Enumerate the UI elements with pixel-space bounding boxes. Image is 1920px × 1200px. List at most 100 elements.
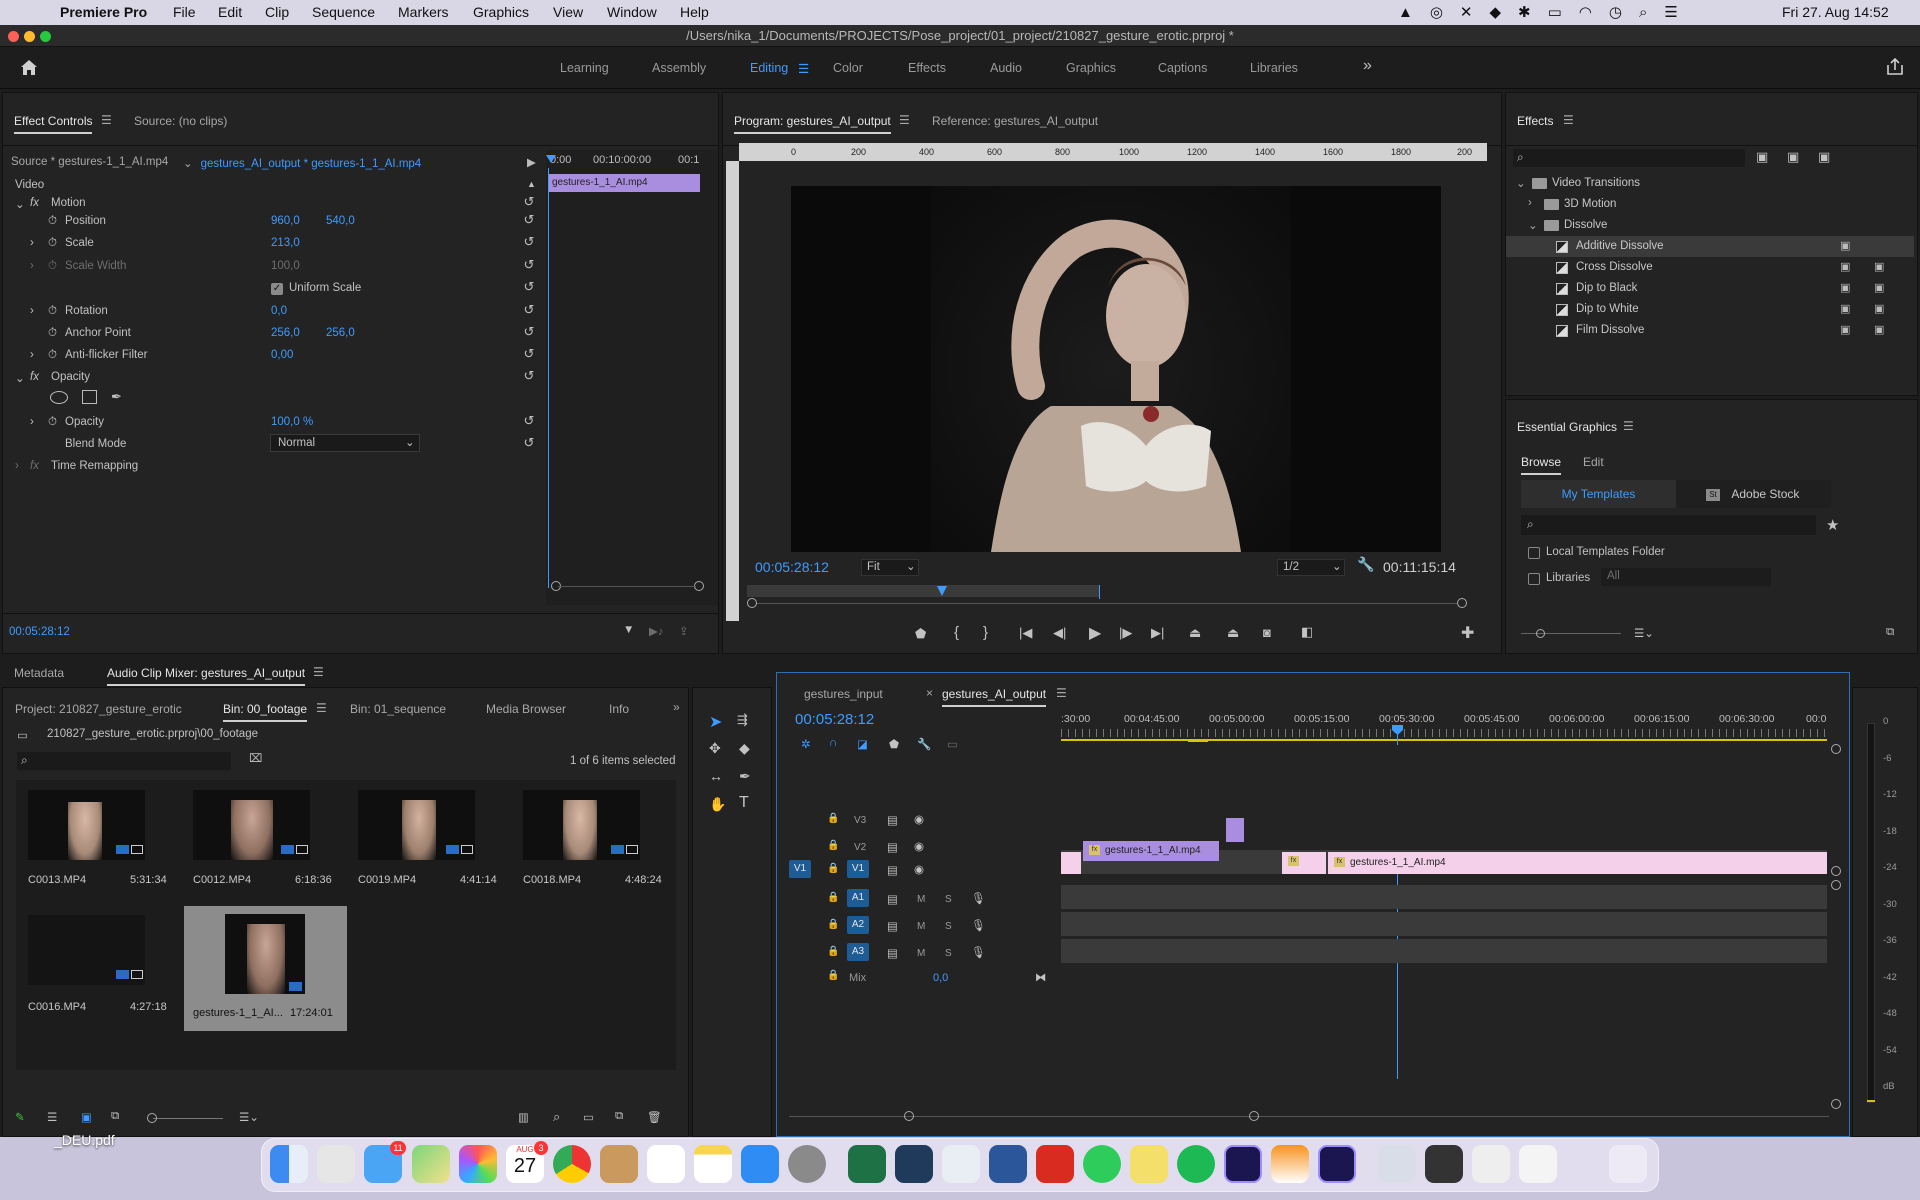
- bin-item[interactable]: C0013.MP4 5:31:34: [16, 780, 179, 905]
- razor-tool-icon[interactable]: ◆: [739, 740, 750, 757]
- vertical-scroll-handle[interactable]: [1831, 744, 1841, 754]
- app-menu[interactable]: Premiere Pro: [60, 4, 147, 20]
- step-forward-icon[interactable]: |▶: [1119, 625, 1132, 641]
- tab-effect-controls[interactable]: Effect Controls: [14, 114, 93, 134]
- go-to-in-icon[interactable]: |◀: [1019, 625, 1032, 641]
- rotation-reset-icon[interactable]: ↺: [523, 303, 535, 316]
- zoom-slider[interactable]: [153, 1118, 223, 1119]
- settings-wrench-icon[interactable]: 🔧: [1357, 556, 1374, 573]
- anti-flicker-expand-icon[interactable]: ›: [30, 349, 34, 361]
- chevron-down-icon[interactable]: ⌄: [1516, 176, 1526, 190]
- launchpad-icon[interactable]: [317, 1145, 355, 1183]
- panel-menu-icon[interactable]: ☰: [313, 665, 324, 679]
- whatsapp-icon[interactable]: [1083, 1145, 1121, 1183]
- bin-item[interactable]: C0016.MP4 4:27:18: [16, 907, 179, 1032]
- icon-view-icon[interactable]: ▣: [81, 1110, 92, 1124]
- microphone-icon[interactable]: 🎙: [971, 918, 986, 932]
- eye-icon[interactable]: ◉: [914, 862, 924, 876]
- add-marker-icon[interactable]: ⬟: [889, 737, 899, 751]
- libraries-select[interactable]: All: [1601, 568, 1771, 586]
- track-label-a1[interactable]: A1: [847, 889, 869, 907]
- share-icon[interactable]: [1886, 58, 1904, 76]
- stopwatch-icon[interactable]: ⏱: [48, 349, 57, 362]
- camera-icon[interactable]: ◙: [1263, 625, 1271, 640]
- effects-folder[interactable]: ⌄ Video Transitions: [1506, 173, 1914, 194]
- effects-search-input[interactable]: ⌕: [1513, 149, 1745, 167]
- captions-icon[interactable]: ▭: [947, 737, 958, 751]
- window-thumbnail-icon[interactable]: [1519, 1145, 1557, 1183]
- effects-title[interactable]: Effects: [1517, 114, 1553, 128]
- anti-flicker-value[interactable]: 0,00: [271, 349, 293, 361]
- stopwatch-icon[interactable]: ⏱: [48, 327, 57, 340]
- solo-button[interactable]: S: [945, 894, 952, 905]
- scale-value[interactable]: 213,0: [271, 237, 300, 249]
- mute-button[interactable]: M: [917, 948, 925, 959]
- tab-bin-sequence[interactable]: Bin: 01_sequence: [350, 702, 446, 716]
- microphone-icon[interactable]: 🎙: [971, 891, 986, 905]
- stopwatch-icon[interactable]: ⏱: [48, 237, 57, 250]
- v2-clip[interactable]: fx gestures-1_1_AI.mp4: [1083, 841, 1219, 861]
- opacity-expand-icon[interactable]: ›: [30, 416, 34, 428]
- libraries-checkbox[interactable]: [1528, 573, 1540, 585]
- effects-folder[interactable]: ⌄ Dissolve: [1506, 215, 1914, 236]
- timeline-settings-icon[interactable]: 🔧: [917, 737, 931, 751]
- track-label-a2[interactable]: A2: [847, 916, 869, 934]
- tab-project[interactable]: Project: 210827_gesture_erotic: [15, 702, 182, 716]
- panel-menu-icon[interactable]: ☰: [316, 701, 327, 715]
- notes-icon[interactable]: [694, 1145, 732, 1183]
- program-playhead-timecode[interactable]: 00:05:28:12: [755, 559, 829, 575]
- app-store-icon[interactable]: [741, 1145, 779, 1183]
- slip-tool-icon[interactable]: ↔: [709, 768, 723, 784]
- local-templates-checkbox[interactable]: [1528, 547, 1540, 559]
- essential-graphics-title[interactable]: Essential Graphics: [1517, 420, 1617, 434]
- tab-program[interactable]: Program: gestures_AI_output: [734, 114, 891, 134]
- vertical-scroll-handle[interactable]: [1831, 880, 1841, 890]
- fx-icon[interactable]: fx: [30, 197, 39, 209]
- sync-lock-icon[interactable]: ▤: [887, 946, 898, 960]
- menu-file[interactable]: File: [173, 4, 196, 20]
- source-patch-v1[interactable]: V1: [789, 860, 811, 878]
- sort-icons-icon[interactable]: ☰⌄: [239, 1110, 259, 1124]
- v3-clip[interactable]: [1226, 818, 1244, 842]
- workspace-effects[interactable]: Effects: [908, 61, 946, 75]
- workspace-color[interactable]: Color: [833, 61, 863, 75]
- menu-graphics[interactable]: Graphics: [473, 4, 529, 20]
- preview-icon[interactable]: [1378, 1145, 1416, 1183]
- ellipse-mask-icon[interactable]: [50, 391, 68, 404]
- chevron-down-icon[interactable]: ⌄: [1528, 218, 1538, 232]
- acrobat-icon[interactable]: [1036, 1145, 1074, 1183]
- uniform-scale-reset-icon[interactable]: ↺: [523, 280, 535, 293]
- panel-menu-icon[interactable]: ☰: [1056, 686, 1067, 700]
- position-y-value[interactable]: 540,0: [326, 215, 355, 227]
- opacity-group-reset-icon[interactable]: ↺: [523, 369, 535, 382]
- 32bit-effects-icon[interactable]: ▣: [1787, 149, 1799, 165]
- scroll-up-icon[interactable]: ▲: [527, 179, 536, 189]
- program-video-frame[interactable]: [791, 186, 1441, 552]
- workspace-captions[interactable]: Captions: [1158, 61, 1207, 75]
- resolution-select[interactable]: 1/2 ⌄: [1277, 559, 1345, 576]
- hand-tool-icon[interactable]: ✋: [709, 796, 726, 813]
- tab-edit[interactable]: Edit: [1583, 455, 1604, 469]
- clock[interactable]: Fri 27. Aug 14:52: [1782, 4, 1889, 20]
- word-icon[interactable]: [989, 1145, 1027, 1183]
- fx-icon[interactable]: fx: [30, 371, 39, 383]
- rectangle-mask-icon[interactable]: [82, 390, 97, 404]
- track-select-tool-icon[interactable]: ⇶: [737, 712, 748, 728]
- stickies-icon[interactable]: [1130, 1145, 1168, 1183]
- menu-clip[interactable]: Clip: [265, 4, 289, 20]
- effect-item[interactable]: ▣ ▣ Film Dissolve: [1506, 320, 1914, 341]
- my-templates-tab[interactable]: My Templates: [1521, 480, 1676, 508]
- tab-bin-footage[interactable]: Bin: 00_footage: [223, 702, 308, 722]
- close-tab-icon[interactable]: ×: [926, 686, 933, 700]
- automate-to-sequence-icon[interactable]: ▥: [518, 1110, 529, 1124]
- sort-icon[interactable]: ☰⌄: [1634, 626, 1654, 640]
- freeform-view-icon[interactable]: ⧉: [111, 1110, 119, 1123]
- filter-icon[interactable]: ▼: [623, 624, 634, 636]
- workspace-assembly[interactable]: Assembly: [652, 61, 706, 75]
- templates-search-input[interactable]: ⌕: [1521, 515, 1816, 535]
- new-item-icon[interactable]: ⧉: [615, 1110, 623, 1123]
- mix-value[interactable]: 0,0: [933, 972, 948, 984]
- menu-window[interactable]: Window: [607, 4, 657, 20]
- workspace-editing[interactable]: Editing: [750, 61, 788, 75]
- insert-overwrite-icon[interactable]: ◪: [857, 737, 868, 751]
